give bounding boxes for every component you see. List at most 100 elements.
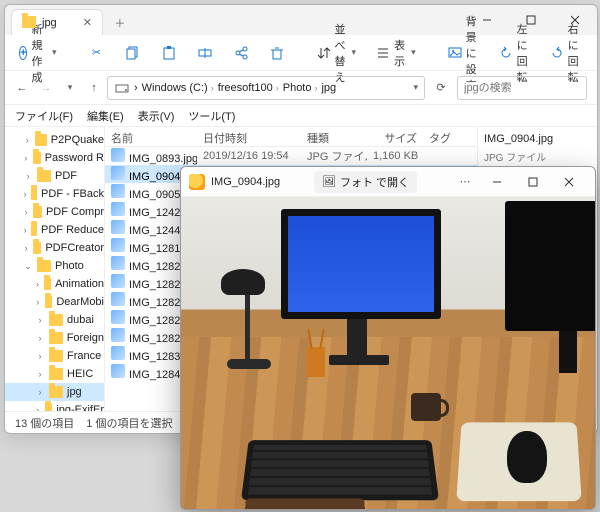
close-icon xyxy=(564,177,574,187)
image-file-icon xyxy=(111,166,125,180)
twisty-icon: › xyxy=(23,225,27,235)
tree-node[interactable]: › HEIC xyxy=(5,365,104,383)
tree-node[interactable]: › PDF Compr xyxy=(5,203,104,221)
delete-button[interactable] xyxy=(265,42,289,64)
back-button[interactable]: ← xyxy=(15,82,29,94)
tree-node[interactable]: ›DearMobi xyxy=(5,293,104,311)
image-file-icon xyxy=(111,202,125,216)
photos-minimize-button[interactable] xyxy=(479,167,515,197)
image-file-icon xyxy=(111,292,125,306)
tree-node[interactable]: ›PDF xyxy=(5,167,104,185)
crumb-3[interactable]: jpg xyxy=(321,82,336,94)
menu-edit[interactable]: 編集(E) xyxy=(87,108,124,124)
crumb-1[interactable]: freesoft100› xyxy=(218,82,279,94)
image-file-icon xyxy=(111,328,125,342)
folder-icon xyxy=(33,242,41,254)
tree-node[interactable]: ›PDFCreator xyxy=(5,239,104,257)
share-button[interactable] xyxy=(229,42,253,64)
view-icon xyxy=(376,45,390,61)
tree-node[interactable]: ›jpg xyxy=(5,383,104,401)
twisty-icon: › xyxy=(23,243,29,253)
menu-view[interactable]: 表示(V) xyxy=(138,108,175,124)
new-tab-button[interactable]: ＋ xyxy=(107,11,133,35)
tree-node[interactable]: ›dubai xyxy=(5,311,104,329)
forward-button[interactable]: → xyxy=(39,82,53,94)
folder-icon xyxy=(49,332,63,344)
crumb-0[interactable]: Windows (C:)› xyxy=(142,82,214,94)
chevron-down-icon: ▾ xyxy=(411,47,416,58)
image-file-icon xyxy=(111,256,125,270)
tree-label: HEIC xyxy=(67,368,93,380)
maximize-icon xyxy=(528,177,538,187)
open-with-photos-button[interactable]: 🖼 フォト で開く xyxy=(314,171,417,193)
sort-icon xyxy=(317,45,331,61)
up-button[interactable]: ↑ xyxy=(87,82,101,94)
drive-icon xyxy=(114,80,130,96)
recent-button[interactable]: ▾ xyxy=(63,82,77,94)
col-tag[interactable]: タグ xyxy=(423,127,477,146)
tree-label: Animation xyxy=(55,278,104,290)
paste-button[interactable] xyxy=(157,42,181,64)
tree-node[interactable]: ›P2PQuake xyxy=(5,131,104,149)
photos-close-button[interactable] xyxy=(551,167,587,197)
tree-label: DearMobi xyxy=(56,296,104,308)
cut-button[interactable]: ✂ xyxy=(85,42,109,64)
tree-label: Password R xyxy=(45,152,104,164)
copy-icon xyxy=(125,45,141,61)
photos-maximize-button[interactable] xyxy=(515,167,551,197)
breadcrumb[interactable]: › Windows (C:)› freesoft100› Photo› jpg … xyxy=(107,76,425,100)
twisty-icon: › xyxy=(35,369,45,379)
crumb-2[interactable]: Photo› xyxy=(283,82,318,94)
tree-label: Photo xyxy=(55,260,84,272)
tree-node[interactable]: ›jpg-ExifEr xyxy=(5,401,104,411)
tree-node[interactable]: › Password R xyxy=(5,149,104,167)
menu-file[interactable]: ファイル(F) xyxy=(15,108,73,124)
photos-more-button[interactable]: ⋯ xyxy=(451,175,479,188)
twisty-icon: › xyxy=(35,387,45,397)
twisty-icon: › xyxy=(35,279,40,289)
col-date[interactable]: 日付時刻 xyxy=(197,127,301,146)
col-name[interactable]: 名前 xyxy=(105,127,197,146)
copy-button[interactable] xyxy=(121,42,145,64)
chevron-down-icon: ▾ xyxy=(52,47,57,58)
twisty-icon: › xyxy=(23,153,29,163)
menu-tools[interactable]: ツール(T) xyxy=(188,108,235,124)
close-tab-icon[interactable]: ✕ xyxy=(83,16,92,29)
tree-label: PDF Reduce xyxy=(41,224,104,236)
photos-window: IMG_0904.jpg 🖼 フォト で開く ⋯ xyxy=(180,166,596,510)
tree-node[interactable]: ›France xyxy=(5,347,104,365)
photo-viewport[interactable] xyxy=(181,197,595,509)
tree-label: Foreign xyxy=(67,332,104,344)
tree-node[interactable]: ›Foreign xyxy=(5,329,104,347)
tree-node[interactable]: › Animation xyxy=(5,275,104,293)
share-icon xyxy=(233,45,249,61)
tree-node[interactable]: › PDF Reduce xyxy=(5,221,104,239)
rename-icon xyxy=(197,45,213,61)
view-label: 表示 xyxy=(394,37,407,69)
twisty-icon: › xyxy=(23,189,27,199)
image-file-icon xyxy=(111,346,125,360)
view-button[interactable]: 表示 ▾ xyxy=(372,34,420,72)
file-row[interactable]: IMG_0893.jpg2019/12/16 19:54JPG ファイル1,16… xyxy=(105,147,477,165)
refresh-button[interactable]: ⟳ xyxy=(431,81,451,94)
history-chevron-icon[interactable]: ▾ xyxy=(413,82,418,93)
search-box[interactable] xyxy=(457,76,587,100)
tree-node[interactable]: ⌄Photo xyxy=(5,257,104,275)
col-type[interactable]: 種類 xyxy=(301,127,367,146)
more-button[interactable]: ⋯ xyxy=(597,43,600,62)
search-input[interactable] xyxy=(464,82,580,94)
twisty-icon: › xyxy=(23,207,29,217)
rotate-left-icon xyxy=(499,45,513,61)
tree-label: P2PQuake xyxy=(51,134,104,146)
rename-button[interactable] xyxy=(193,42,217,64)
chevron-right-icon: › xyxy=(134,82,138,94)
column-headers[interactable]: 名前 日付時刻 種類 サイズ タグ xyxy=(105,127,477,147)
image-file-icon xyxy=(111,238,125,252)
col-size[interactable]: サイズ xyxy=(367,127,423,146)
folder-tree[interactable]: ›P2PQuake›Password R›PDF›PDF - FBack›PDF… xyxy=(5,127,105,411)
tree-label: PDF Compr xyxy=(46,206,104,218)
tree-node[interactable]: ›PDF - FBack xyxy=(5,185,104,203)
folder-icon xyxy=(44,278,51,290)
folder-icon xyxy=(45,296,53,308)
chevron-down-icon: ▾ xyxy=(352,47,357,58)
